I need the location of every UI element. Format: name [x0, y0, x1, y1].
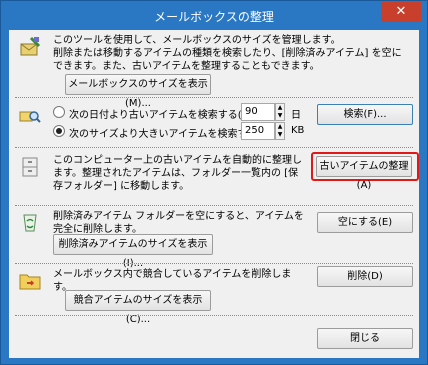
window-title: メールボックスの整理 [154, 10, 274, 24]
dialog-body: このツールを使用して、メールボックスのサイズを管理します。 削除または移動するア… [9, 30, 419, 358]
days-input[interactable]: 90 [241, 103, 275, 121]
conflicts-section: メールボックス内で競合しているアイテムを削除します。 競合アイテムのサイズを表示… [9, 264, 419, 325]
dialog-window: メールボックスの整理 ✕ このツールを使用して、メールボックスのサイズを管理しま… [0, 0, 428, 365]
autoarchive-section: このコンピューター上の古いアイテムを自動的に整理します。整理されたアイテムは、フ… [9, 148, 419, 204]
close-button[interactable]: 閉じる [317, 328, 413, 349]
view-conflicts-size-button[interactable]: 競合アイテムのサイズを表示(C)... [65, 290, 211, 325]
recycle-bin-icon [19, 211, 41, 233]
title-bar[interactable]: メールボックスの整理 ✕ [1, 1, 427, 30]
autoarchive-button[interactable]: 古いアイテムの整理(A) [316, 156, 412, 191]
days-spinner[interactable]: ▲ ▼ [275, 103, 285, 121]
section-description-2: 削除または移動するアイテムの種類を検索したり、[削除済みアイテム] を空にできま… [53, 48, 402, 72]
divider [15, 315, 413, 317]
larger-than-radio[interactable] [53, 125, 65, 137]
deleted-items-section: 削除済みアイテム フォルダーを空にすると、アイテムを完全に削除します。 削除済み… [9, 206, 419, 269]
days-unit: 日 [291, 110, 301, 121]
view-mailbox-size-button[interactable]: メールボックスのサイズを表示(M)... [65, 74, 211, 109]
mailbox-cleanup-icon [19, 36, 41, 58]
search-button[interactable]: 検索(F)... [317, 104, 413, 125]
section-description: このツールを使用して、メールボックスのサイズを管理します。 [53, 35, 341, 46]
search-items-icon [19, 106, 41, 128]
older-than-label: 次の日付より古いアイテムを検索する(O) [69, 110, 254, 121]
empty-deleted-button[interactable]: 空にする(E) [317, 212, 413, 233]
deleted-items-description: 削除済みアイテム フォルダーを空にすると、アイテムを完全に削除します。 [53, 211, 304, 235]
conflict-folder-icon [19, 270, 41, 292]
search-section: 次の日付より古いアイテムを検索する(O) 90 ▲ ▼ 日 次のサイズより大きいア… [9, 98, 419, 146]
older-than-radio[interactable] [53, 106, 65, 118]
view-deleted-size-button[interactable]: 削除済みアイテムのサイズを表示(I)... [53, 234, 213, 269]
mailbox-size-section: このツールを使用して、メールボックスのサイズを管理します。 削除または移動するア… [9, 30, 419, 109]
size-spinner[interactable]: ▲ ▼ [275, 122, 285, 140]
size-unit: KB [291, 125, 305, 136]
size-input[interactable]: 250 [241, 122, 275, 140]
archive-cabinet-icon [19, 156, 41, 178]
close-window-button[interactable]: ✕ [381, 2, 421, 22]
delete-conflicts-button[interactable]: 削除(D) [317, 266, 413, 287]
autoarchive-description: このコンピューター上の古いアイテムを自動的に整理します。整理されたアイテムは、フ… [53, 155, 302, 192]
